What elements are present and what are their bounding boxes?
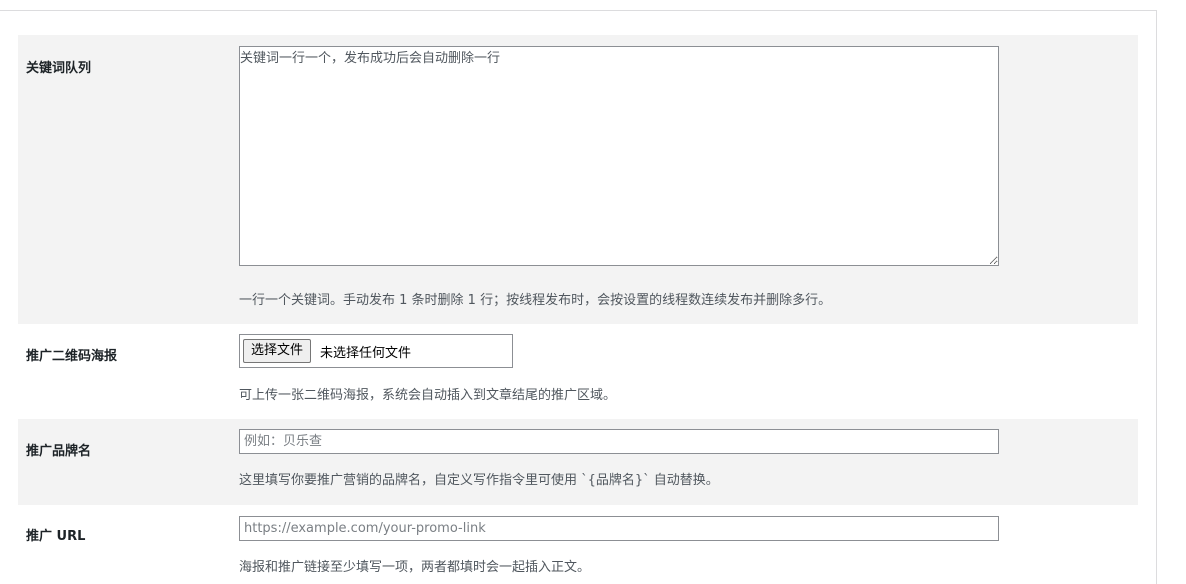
brand-row: 推广品牌名 这里填写你要推广营销的品牌名，自定义写作指令里可使用 `{品牌名}`… [18,419,1138,505]
file-status-text: 未选择任何文件 [320,346,412,361]
settings-form-table: 关键词队列 一行一个关键词。手动发布 1 条时删除 1 行；按线程发布时，会按设… [18,35,1138,584]
url-description: 海报和推广链接至少填写一项，两者都填时会一起插入正文。 [239,560,591,575]
url-label: 推广 URL [26,529,86,544]
keywords-row: 关键词队列 一行一个关键词。手动发布 1 条时删除 1 行；按线程发布时，会按设… [18,35,1138,324]
poster-label: 推广二维码海报 [26,349,118,364]
poster-description: 可上传一张二维码海报，系统会自动插入到文章结尾的推广区域。 [239,388,617,403]
url-row: 推广 URL 海报和推广链接至少填写一项，两者都填时会一起插入正文。 [18,505,1138,584]
choose-file-button[interactable]: 选择文件 [243,339,312,363]
keywords-description: 一行一个关键词。手动发布 1 条时删除 1 行；按线程发布时，会按设置的线程数连… [239,293,832,308]
keywords-label: 关键词队列 [26,61,92,76]
poster-row: 推广二维码海报 选择文件 未选择任何文件 可上传一张二维码海报，系统会自动插入到… [18,324,1138,419]
page-right-border [1156,10,1157,584]
page-top-border [0,10,1157,11]
keywords-field [239,46,999,266]
brand-name-input[interactable] [239,429,999,454]
poster-file-input[interactable]: 选择文件 未选择任何文件 [239,334,513,368]
promo-url-input[interactable] [239,516,999,541]
brand-description: 这里填写你要推广营销的品牌名，自定义写作指令里可使用 `{品牌名}` 自动替换。 [239,473,719,488]
keywords-textarea[interactable] [239,46,999,266]
brand-label: 推广品牌名 [26,444,92,459]
